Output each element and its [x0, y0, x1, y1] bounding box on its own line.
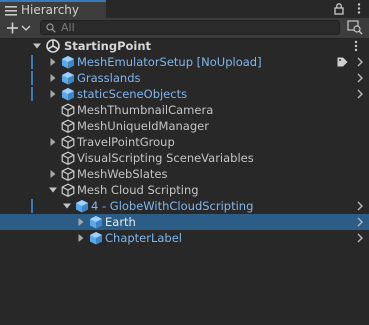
hierarchy-item-label: Mesh Cloud Scripting	[77, 183, 199, 197]
lock-icon[interactable]	[333, 2, 345, 15]
hierarchy-item-label: Grasslands	[77, 71, 141, 85]
hierarchy-row[interactable]: Earth	[0, 214, 369, 230]
hierarchy-row[interactable]: MeshEmulatorSetup [NoUpload]	[0, 54, 369, 70]
hierarchy-row[interactable]: staticSceneObjects	[0, 86, 369, 102]
hierarchy-row[interactable]: 4 - GlobeWithCloudScripting	[0, 198, 369, 214]
gameobject-cube-icon	[61, 151, 75, 165]
scene-filter-icon[interactable]	[347, 20, 363, 35]
open-prefab-chevron-icon[interactable]	[356, 217, 364, 227]
scene-menu-icon[interactable]	[352, 40, 360, 52]
panel-menu-icon[interactable]	[353, 2, 365, 15]
collapsed-arrow-icon[interactable]	[49, 74, 57, 82]
add-object-button[interactable]	[3, 19, 31, 37]
gameobject-cube-icon	[61, 119, 75, 133]
gameobject-cube-icon	[61, 183, 75, 197]
hierarchy-item-label: 4 - GlobeWithCloudScripting	[91, 199, 254, 213]
prefab-override-marker	[31, 71, 33, 85]
hierarchy-item-label: ChapterLabel	[105, 231, 183, 245]
prefab-override-marker	[31, 55, 33, 69]
scene-name: StartingPoint	[64, 39, 152, 53]
prefab-cube-icon	[90, 216, 102, 229]
hierarchy-item-label: VisualScripting SceneVariables	[77, 151, 254, 165]
collapsed-arrow-icon[interactable]	[49, 90, 57, 98]
gameobject-cube-icon	[61, 135, 75, 149]
collapsed-arrow-icon[interactable]	[49, 58, 57, 66]
hierarchy-row[interactable]: ChapterLabel	[0, 230, 369, 246]
expanded-arrow-icon[interactable]	[63, 202, 71, 210]
hierarchy-row[interactable]: MeshWebSlates	[0, 166, 369, 182]
open-prefab-chevron-icon[interactable]	[356, 233, 364, 243]
hierarchy-list-icon	[5, 6, 17, 16]
hierarchy-row[interactable]: TravelPointGroup	[0, 134, 369, 150]
hierarchy-toolbar	[0, 18, 369, 39]
hierarchy-tab[interactable]: Hierarchy	[0, 0, 106, 18]
hierarchy-row[interactable]: MeshThumbnailCamera	[0, 102, 369, 118]
collapsed-arrow-icon[interactable]	[77, 218, 85, 226]
gameobject-cube-icon	[61, 167, 75, 181]
hierarchy-item-label: MeshUniqueIdManager	[77, 119, 209, 133]
collapsed-arrow-icon[interactable]	[77, 234, 85, 242]
hierarchy-item-label: TravelPointGroup	[77, 135, 175, 149]
expanded-arrow-icon[interactable]	[49, 186, 57, 194]
gameobject-cube-icon	[61, 103, 75, 117]
search-icon	[46, 23, 56, 33]
prefab-cube-icon	[76, 200, 88, 213]
search-input[interactable]	[61, 21, 331, 34]
hierarchy-item-label: staticSceneObjects	[77, 87, 188, 101]
hierarchy-item-label: Earth	[105, 215, 136, 229]
hierarchy-row[interactable]: MeshUniqueIdManager	[0, 118, 369, 134]
unity-scene-icon	[46, 39, 60, 53]
prefab-cube-icon	[90, 232, 102, 245]
prefab-cube-icon	[62, 88, 74, 101]
open-prefab-chevron-icon[interactable]	[356, 73, 364, 83]
collapsed-arrow-icon[interactable]	[49, 170, 57, 178]
collapsed-arrow-icon[interactable]	[49, 138, 57, 146]
tag-icon	[337, 57, 348, 67]
window-tab-bar: Hierarchy	[0, 0, 369, 19]
prefab-override-marker	[31, 87, 33, 101]
open-prefab-chevron-icon[interactable]	[356, 201, 364, 211]
tab-title: Hierarchy	[21, 3, 80, 17]
open-prefab-chevron-icon[interactable]	[356, 57, 364, 67]
hierarchy-row[interactable]: VisualScripting SceneVariables	[0, 150, 369, 166]
hierarchy-item-label: MeshEmulatorSetup [NoUpload]	[77, 55, 262, 69]
prefab-override-marker	[31, 199, 33, 213]
prefab-cube-icon	[62, 72, 74, 85]
search-field[interactable]	[40, 20, 340, 35]
hierarchy-item-label: MeshWebSlates	[77, 167, 168, 181]
prefab-cube-icon	[62, 56, 74, 69]
hierarchy-row[interactable]: Grasslands	[0, 70, 369, 86]
hierarchy-tree: StartingPoint MeshEmulatorSetup [NoUploa…	[0, 38, 369, 278]
open-prefab-chevron-icon[interactable]	[356, 89, 364, 99]
scene-row[interactable]: StartingPoint	[0, 38, 369, 54]
hierarchy-row[interactable]: Mesh Cloud Scripting	[0, 182, 369, 198]
hierarchy-item-label: MeshThumbnailCamera	[77, 103, 214, 117]
expanded-arrow-icon[interactable]	[33, 42, 41, 50]
